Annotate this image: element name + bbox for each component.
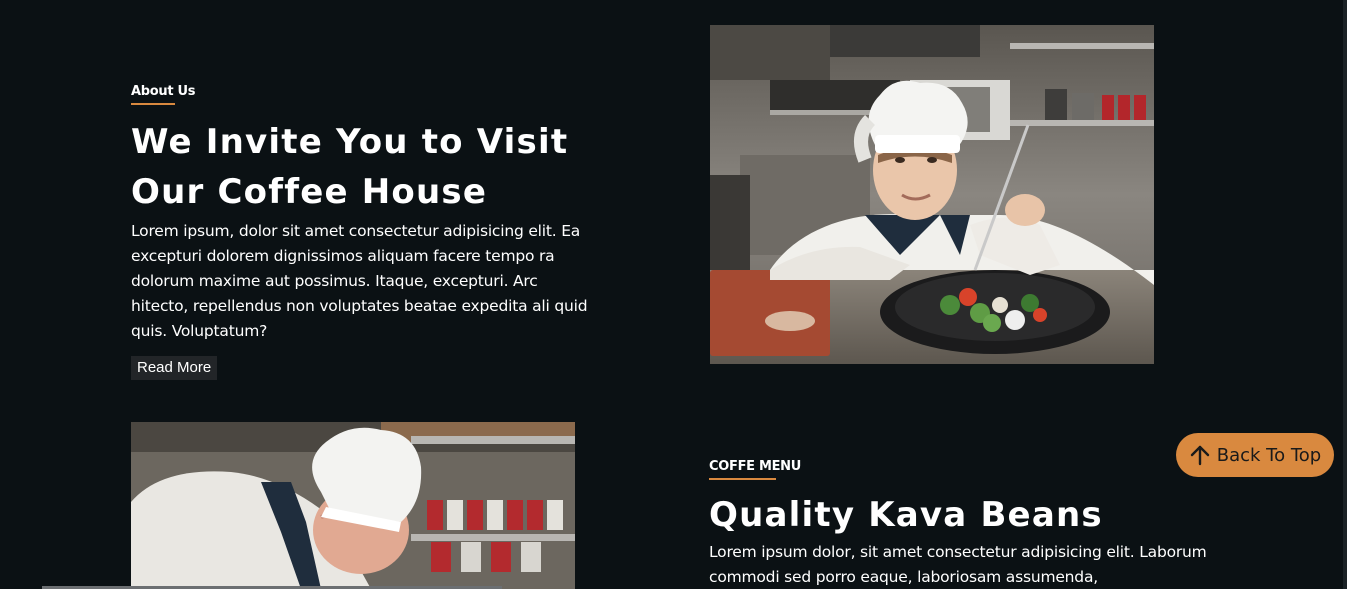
coffee-menu-section: COFFE MENU Quality Kava Beans Lorem ipsu… [709, 455, 1229, 589]
read-more-button[interactable]: Read More [131, 356, 218, 380]
chef-plating-photo [710, 25, 1154, 364]
page: About Us We Invite You to Visit Our Coff… [0, 0, 1347, 589]
menu-eyebrow-underline [709, 478, 776, 480]
menu-eyebrow: COFFE MENU [709, 459, 802, 474]
about-section: About Us We Invite You to Visit Our Coff… [131, 80, 611, 380]
menu-title: Quality Kava Beans [709, 495, 1103, 535]
back-to-top-button[interactable]: Back To Top [1176, 433, 1334, 477]
menu-text: Lorem ipsum dolor, sit amet consectetur … [709, 543, 1207, 586]
arrow-up-icon [1189, 444, 1211, 466]
about-title: We Invite You to Visit Our Coffee House [131, 122, 569, 212]
vertical-scrollbar[interactable] [1343, 0, 1347, 589]
about-eyebrow-underline [131, 103, 175, 105]
about-text: Lorem ipsum, dolor sit amet consectetur … [131, 222, 588, 340]
about-eyebrow: About Us [131, 84, 196, 99]
back-to-top-label: Back To Top [1216, 444, 1322, 466]
chef-cooking-photo [131, 422, 575, 589]
